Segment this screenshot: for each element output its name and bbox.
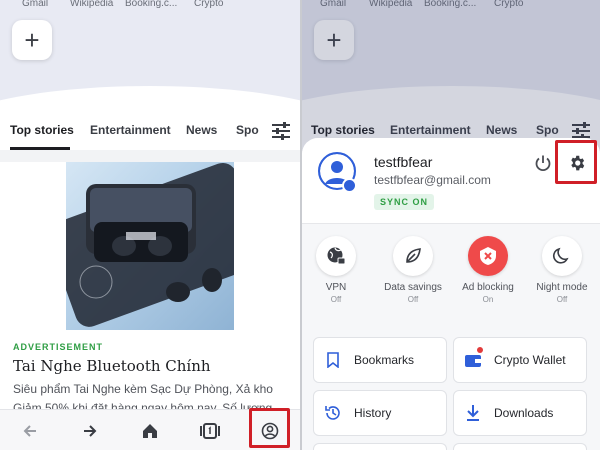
home-icon[interactable] <box>138 419 162 443</box>
speed-dial-gmail[interactable]: Gmail <box>22 0 48 9</box>
toggle-state: Off <box>407 295 419 304</box>
toggle-label: Data savings <box>384 282 442 293</box>
ad-title[interactable]: Tai Nghe Bluetooth Chính <box>13 357 211 375</box>
toggle-label: VPN <box>325 282 347 293</box>
menu-item-partial[interactable] <box>313 443 447 450</box>
wallet-icon <box>464 351 482 369</box>
speed-dial-booking[interactable]: Booking.c... <box>125 0 177 9</box>
account-email: testfbfear@gmail.com <box>374 173 491 187</box>
toggle-vpn[interactable]: VPN Off <box>302 236 372 304</box>
account-username: testfbfear <box>374 154 433 170</box>
menu-label: History <box>354 406 392 420</box>
back-arrow-icon[interactable] <box>18 419 42 443</box>
tab-top-stories[interactable]: Top stories <box>10 123 74 137</box>
earbuds-image <box>66 162 234 327</box>
avatar-edit-badge <box>342 178 357 193</box>
speed-dial-wikipedia[interactable]: Wikipedia <box>70 0 113 9</box>
toggle-state: On <box>482 295 494 304</box>
settings-highlight-box <box>555 140 597 184</box>
menu-label: Downloads <box>494 406 554 420</box>
history-icon <box>324 404 342 422</box>
menu-crypto-wallet[interactable]: Crypto Wallet <box>453 337 587 383</box>
shield-x-icon <box>468 236 508 276</box>
right-screen: Gmail Wikipedia Booking.c... Crypto + To… <box>302 0 600 450</box>
leaf-icon <box>393 236 433 276</box>
toggle-ad-blocking[interactable]: Ad blocking On <box>452 236 524 304</box>
toggle-state: Off <box>556 295 568 304</box>
news-tabs: Top stories Entertainment News Spo <box>0 112 300 150</box>
moon-icon <box>542 236 582 276</box>
toggle-night-mode[interactable]: Night mode Off <box>526 236 598 304</box>
menu-item-partial[interactable] <box>453 443 587 450</box>
tab-sports[interactable]: Spo <box>236 123 259 137</box>
active-tab-underline <box>10 147 70 150</box>
toggle-state: Off <box>330 295 342 304</box>
forward-arrow-icon[interactable] <box>78 419 102 443</box>
menu-downloads[interactable]: Downloads <box>453 390 587 436</box>
advertisement-label: ADVERTISEMENT <box>13 342 104 352</box>
globe-lock-icon <box>316 236 356 276</box>
tune-icon[interactable] <box>270 121 292 141</box>
tab-news[interactable]: News <box>186 123 217 137</box>
menu-history[interactable]: History <box>313 390 447 436</box>
download-icon <box>464 404 482 422</box>
bookmark-icon <box>324 351 342 369</box>
menu-bookmarks[interactable]: Bookmarks <box>313 337 447 383</box>
quick-toggles: VPN Off Data savings Off Ad blocking On <box>302 236 600 314</box>
toggle-data-savings[interactable]: Data savings Off <box>377 236 449 304</box>
left-screen: Gmail Wikipedia Booking.c... Crypto + To… <box>0 0 300 450</box>
menu-label: Bookmarks <box>354 353 415 367</box>
feed-card[interactable]: ADVERTISEMENT Tai Nghe Bluetooth Chính S… <box>0 162 300 415</box>
account-menu-sheet: testfbfear testfbfear@gmail.com SYNC ON <box>302 138 600 450</box>
profile-highlight-box <box>249 408 290 448</box>
tab-entertainment[interactable]: Entertainment <box>90 123 171 137</box>
tabs-switcher-icon[interactable] <box>198 419 222 443</box>
comparison-screenshot: Gmail Wikipedia Booking.c... Crypto + To… <box>0 0 600 450</box>
sync-status-badge: SYNC ON <box>374 194 435 210</box>
ad-product-image[interactable] <box>66 162 234 330</box>
toggle-label: Ad blocking <box>462 282 514 293</box>
toggle-label: Night mode <box>536 282 588 293</box>
speed-dial-crypto[interactable]: Crypto <box>194 0 223 9</box>
notification-dot <box>477 347 483 353</box>
ad-description-line: Siêu phẩm Tai Nghe kèm Sạc Dự Phòng, Xả … <box>13 382 273 396</box>
add-speed-dial-button[interactable]: + <box>12 20 52 60</box>
power-icon[interactable] <box>534 154 552 172</box>
menu-label: Crypto Wallet <box>494 353 566 367</box>
